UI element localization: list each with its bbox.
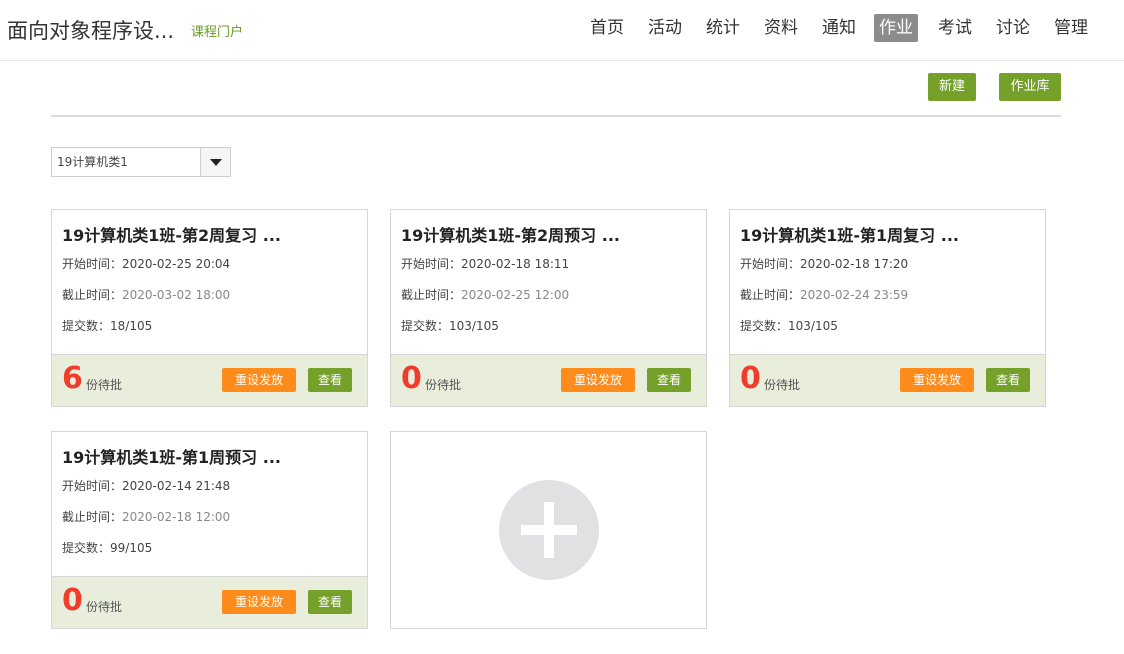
assignment-title[interactable]: 19计算机类1班-第2周复习 ... [62, 222, 281, 246]
reset-release-button[interactable]: 重设发放 [222, 590, 296, 614]
pending-count: 6 [62, 361, 83, 396]
reset-release-button[interactable]: 重设发放 [561, 368, 635, 392]
main-nav: 首页 活动 统计 资料 通知 作业 考试 讨论 管理 [0, 14, 1124, 42]
pending-label: 份待批 [86, 600, 123, 614]
submission-value: 103/105 [788, 319, 838, 333]
class-select[interactable]: 19计算机类1 [51, 147, 231, 177]
pending-count: 0 [401, 361, 422, 396]
end-time-value: 2020-02-25 12:00 [461, 288, 570, 302]
end-time: 截止时间：2020-02-24 23:59 [740, 286, 908, 303]
submission-value: 18/105 [110, 319, 153, 333]
start-time-value: 2020-02-18 18:11 [461, 257, 570, 271]
end-time-value: 2020-03-02 18:00 [122, 288, 231, 302]
add-assignment-card[interactable] [390, 431, 707, 629]
pending-label: 份待批 [425, 378, 462, 392]
top-header: 面向对象程序设... 课程门户 首页 活动 统计 资料 通知 作业 考试 讨论 … [0, 0, 1124, 61]
submission-value: 99/105 [110, 541, 153, 555]
start-time: 开始时间：2020-02-25 20:04 [62, 255, 230, 272]
assignment-title[interactable]: 19计算机类1班-第1周预习 ... [62, 444, 281, 468]
nav-item-materials[interactable]: 资料 [759, 14, 803, 42]
assignment-title[interactable]: 19计算机类1班-第1周复习 ... [740, 222, 959, 246]
assignment-card: 19计算机类1班-第2周预习 ... 开始时间：2020-02-18 18:11… [390, 209, 707, 407]
start-time-label: 开始时间： [62, 479, 123, 493]
nav-item-activity[interactable]: 活动 [643, 14, 687, 42]
view-button[interactable]: 查看 [986, 368, 1030, 392]
assignment-card: 19计算机类1班-第2周复习 ... 开始时间：2020-02-25 20:04… [51, 209, 368, 407]
assignment-card: 19计算机类1班-第1周预习 ... 开始时间：2020-02-14 21:48… [51, 431, 368, 629]
end-time: 截止时间：2020-02-18 12:00 [62, 508, 230, 525]
start-time: 开始时间：2020-02-14 21:48 [62, 477, 230, 494]
pending-label: 份待批 [86, 378, 123, 392]
nav-item-manage[interactable]: 管理 [1049, 14, 1093, 42]
assignment-title[interactable]: 19计算机类1班-第2周预习 ... [401, 222, 620, 246]
nav-item-homework[interactable]: 作业 [874, 14, 918, 42]
nav-item-discussion[interactable]: 讨论 [991, 14, 1035, 42]
end-time-label: 截止时间： [740, 288, 801, 302]
submission-count: 提交数：103/105 [740, 317, 838, 334]
end-time-value: 2020-02-24 23:59 [800, 288, 909, 302]
view-button[interactable]: 查看 [308, 368, 352, 392]
start-time-label: 开始时间： [62, 257, 123, 271]
card-footer: 0 份待批 重设发放 查看 [730, 354, 1045, 406]
submission-count: 提交数：99/105 [62, 539, 152, 556]
submission-label: 提交数： [62, 541, 111, 555]
end-time-label: 截止时间： [62, 510, 123, 524]
submission-value: 103/105 [449, 319, 499, 333]
new-assignment-button[interactable]: 新建 [928, 73, 976, 101]
submission-count: 提交数：103/105 [401, 317, 499, 334]
start-time: 开始时间：2020-02-18 18:11 [401, 255, 569, 272]
pending-label: 份待批 [764, 378, 801, 392]
start-time-label: 开始时间： [401, 257, 462, 271]
start-time-value: 2020-02-14 21:48 [122, 479, 231, 493]
assignment-card: 19计算机类1班-第1周复习 ... 开始时间：2020-02-18 17:20… [729, 209, 1046, 407]
end-time: 截止时间：2020-02-25 12:00 [401, 286, 569, 303]
start-time-value: 2020-02-18 17:20 [800, 257, 909, 271]
start-time-value: 2020-02-25 20:04 [122, 257, 231, 271]
class-select-value: 19计算机类1 [57, 155, 128, 169]
submission-label: 提交数： [62, 319, 111, 333]
nav-item-home[interactable]: 首页 [585, 14, 629, 42]
pending-count: 0 [62, 583, 83, 618]
start-time: 开始时间：2020-02-18 17:20 [740, 255, 908, 272]
end-time-label: 截止时间： [62, 288, 123, 302]
assignment-library-button[interactable]: 作业库 [999, 73, 1061, 101]
submission-count: 提交数：18/105 [62, 317, 152, 334]
end-time: 截止时间：2020-03-02 18:00 [62, 286, 230, 303]
reset-release-button[interactable]: 重设发放 [900, 368, 974, 392]
pending-count: 0 [740, 361, 761, 396]
card-footer: 0 份待批 重设发放 查看 [391, 354, 706, 406]
view-button[interactable]: 查看 [647, 368, 691, 392]
card-footer: 6 份待批 重设发放 查看 [52, 354, 367, 406]
submission-label: 提交数： [740, 319, 789, 333]
nav-item-notice[interactable]: 通知 [817, 14, 861, 42]
view-button[interactable]: 查看 [308, 590, 352, 614]
submission-label: 提交数： [401, 319, 450, 333]
caret-down-icon[interactable] [200, 148, 230, 176]
end-time-label: 截止时间： [401, 288, 462, 302]
end-time-value: 2020-02-18 12:00 [122, 510, 231, 524]
toolbar-divider [51, 115, 1061, 117]
nav-item-exam[interactable]: 考试 [933, 14, 977, 42]
card-footer: 0 份待批 重设发放 查看 [52, 576, 367, 628]
plus-circle-icon[interactable] [499, 480, 599, 580]
start-time-label: 开始时间： [740, 257, 801, 271]
reset-release-button[interactable]: 重设发放 [222, 368, 296, 392]
nav-item-stats[interactable]: 统计 [701, 14, 745, 42]
